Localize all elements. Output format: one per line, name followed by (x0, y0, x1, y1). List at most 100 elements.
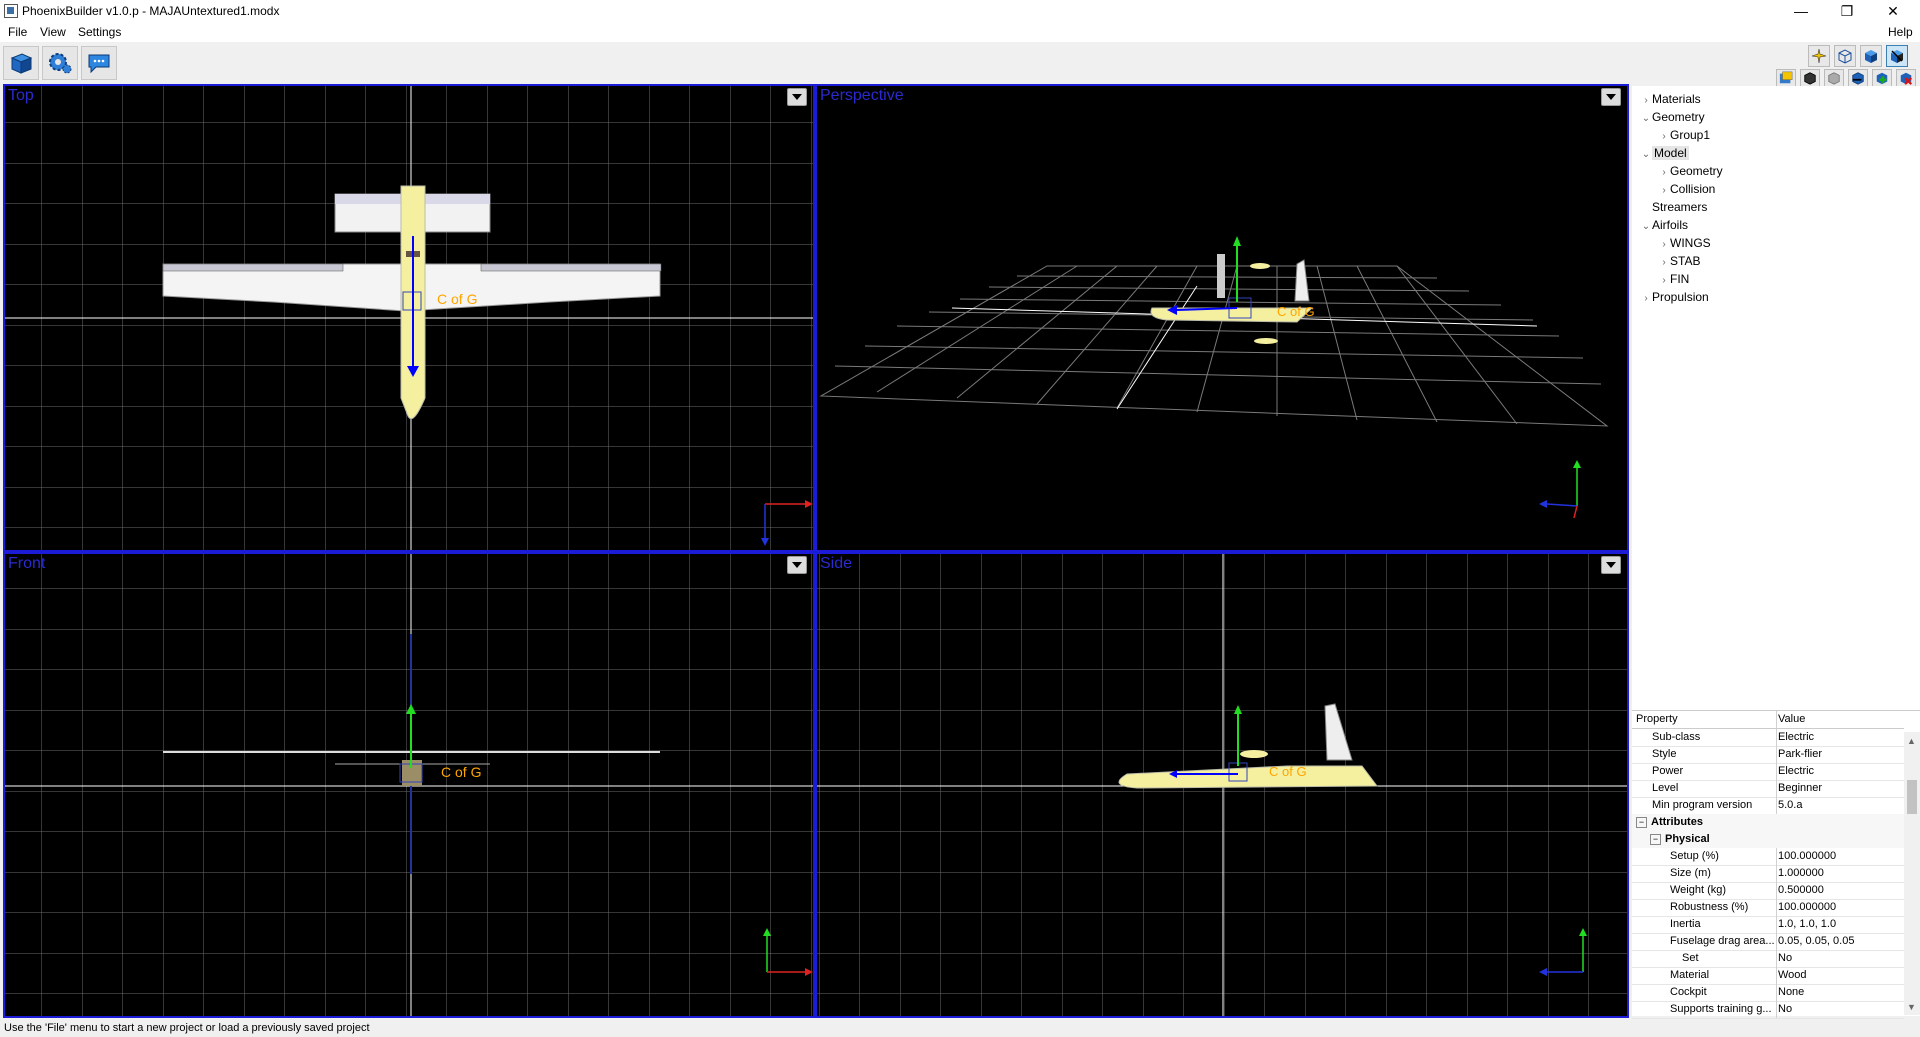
property-row[interactable]: Style Park-flier (1632, 746, 1904, 764)
solid-view-button[interactable] (1860, 45, 1882, 67)
messages-button[interactable] (81, 46, 117, 80)
property-row[interactable]: Setup (%) 100.000000 (1632, 848, 1904, 866)
viewport-side-menu-button[interactable] (1601, 556, 1621, 574)
category-label: Attributes (1651, 816, 1703, 828)
property-row[interactable]: Sub-class Electric (1632, 729, 1904, 747)
property-value[interactable]: 5.0.a (1778, 797, 1902, 814)
viewport-front-menu-button[interactable] (787, 556, 807, 574)
property-value[interactable]: Electric (1778, 729, 1902, 746)
cofg-label-top: C of G (437, 291, 477, 307)
blue-cube-button[interactable] (1848, 69, 1868, 87)
textured-view-button[interactable] (1886, 45, 1908, 67)
tree-item-label: Streamers (1652, 200, 1708, 214)
property-row[interactable]: Supports training g... No (1632, 1001, 1904, 1019)
tree-item-geometry[interactable]: ⌄ Geometry (1640, 108, 1705, 126)
collapse-box-icon[interactable]: − (1650, 833, 1661, 845)
tree-item-group1[interactable]: › Group1 (1658, 126, 1710, 144)
viewport-front[interactable]: C of G Front (3, 552, 815, 1018)
menu-view[interactable]: View (40, 25, 66, 39)
viewport-side[interactable]: C of G Side (815, 552, 1629, 1018)
property-row[interactable]: Material Wood (1632, 967, 1904, 985)
viewport-front-grid: C of G (5, 554, 813, 1016)
menu-file[interactable]: File (8, 25, 27, 39)
property-value[interactable]: 0.05, 0.05, 0.05 (1778, 933, 1902, 950)
viewport-front-label: Front (8, 555, 46, 572)
property-value[interactable]: No (1778, 1001, 1902, 1018)
property-value[interactable]: 1.0, 1.0, 1.0 (1778, 916, 1902, 933)
property-name: Fuselage drag area... (1632, 933, 1777, 950)
viewport-top[interactable]: C of G Top (3, 84, 815, 552)
property-grid-header: Property Value (1632, 711, 1904, 729)
minimize-button[interactable]: — (1778, 0, 1824, 22)
status-bar: Use the 'File' menu to start a new proje… (0, 1019, 1920, 1037)
property-value[interactable]: No (1778, 950, 1902, 967)
property-value[interactable]: 0.500000 (1778, 882, 1902, 899)
tree-item-collision[interactable]: › Collision (1658, 180, 1715, 198)
tree-item-airfoils[interactable]: ⌄ Airfoils (1640, 216, 1688, 234)
property-value[interactable]: 100.000000 (1778, 848, 1902, 865)
scrollbar-thumb[interactable] (1907, 780, 1917, 814)
tree-item-label: Geometry (1652, 110, 1705, 124)
property-row[interactable]: Level Beginner (1632, 780, 1904, 798)
property-row[interactable]: Cockpit None (1632, 984, 1904, 1002)
tree-item-fin[interactable]: › FIN (1658, 270, 1689, 288)
tree-item-streamers[interactable]: Streamers (1640, 198, 1707, 216)
settings-button[interactable] (42, 46, 78, 80)
add-icon (1876, 72, 1888, 85)
property-row[interactable]: Robustness (%) 100.000000 (1632, 899, 1904, 917)
property-value[interactable]: 1.000000 (1778, 865, 1902, 882)
property-value[interactable]: Beginner (1778, 780, 1902, 797)
expand-arrow-icon[interactable]: › (1640, 290, 1652, 308)
tree-item-wings[interactable]: › WINGS (1658, 234, 1710, 252)
property-row[interactable]: Power Electric (1632, 763, 1904, 781)
add-button[interactable] (1872, 69, 1892, 87)
gray-cube-button[interactable] (1824, 69, 1844, 87)
collapse-box-icon[interactable]: − (1636, 816, 1647, 828)
property-row[interactable]: Weight (kg) 0.500000 (1632, 882, 1904, 900)
viewport-perspective[interactable]: C of G Perspective (815, 84, 1629, 552)
property-value[interactable]: 100.000000 (1778, 899, 1902, 916)
close-button[interactable]: ✕ (1870, 0, 1916, 22)
property-column-header[interactable]: Property (1632, 711, 1777, 728)
new-model-button[interactable] (3, 46, 39, 80)
tree-item-label: FIN (1670, 272, 1690, 286)
property-value[interactable]: Electric (1778, 763, 1902, 780)
category-attributes[interactable]: − Attributes (1632, 814, 1904, 831)
viewport-top-grid: C of G (5, 86, 813, 550)
viewport-side-grid: C of G (817, 554, 1627, 1016)
scroll-up-icon[interactable]: ▲ (1907, 736, 1916, 746)
status-text: Use the 'File' menu to start a new proje… (4, 1022, 370, 1034)
dark-cube-button[interactable] (1800, 69, 1820, 87)
property-row[interactable]: Set No (1632, 950, 1904, 968)
property-row[interactable]: Inertia 1.0, 1.0, 1.0 (1632, 916, 1904, 934)
property-value[interactable]: Park-flier (1778, 746, 1902, 763)
tree-item-model[interactable]: ⌄ Model (1640, 144, 1689, 162)
category-physical[interactable]: − Physical (1632, 831, 1904, 848)
collapse-arrow-icon[interactable]: ⌄ (1640, 110, 1652, 128)
materials-icon (1779, 71, 1793, 84)
tree-item-propulsion[interactable]: › Propulsion (1640, 288, 1708, 308)
restore-button[interactable]: ❐ (1824, 0, 1870, 22)
delete-button[interactable] (1896, 69, 1916, 87)
menu-help[interactable]: Help (1888, 25, 1913, 39)
wireframe-view-button[interactable] (1834, 45, 1856, 67)
viewport-top-menu-button[interactable] (787, 88, 807, 106)
viewport-perspective-menu-button[interactable] (1601, 88, 1621, 106)
viewport-side-label: Side (820, 555, 853, 572)
property-row[interactable]: Min program version 5.0.a (1632, 797, 1904, 815)
tree-item-model-geometry[interactable]: › Geometry (1658, 162, 1722, 180)
property-grid-scrollbar[interactable]: ▲ ▼ (1904, 732, 1920, 1015)
scroll-down-icon[interactable]: ▼ (1907, 1002, 1916, 1012)
materials-button[interactable] (1776, 69, 1796, 87)
value-column-header[interactable]: Value (1778, 711, 1902, 728)
tree-item-materials[interactable]: › Materials (1640, 90, 1700, 108)
tree-item-stab[interactable]: › STAB (1658, 252, 1700, 270)
menu-settings[interactable]: Settings (78, 25, 121, 39)
aircraft-view-button[interactable] (1808, 45, 1830, 67)
property-row[interactable]: Size (m) 1.000000 (1632, 865, 1904, 883)
property-value[interactable]: None (1778, 984, 1902, 1001)
property-value[interactable]: Wood (1778, 967, 1902, 984)
property-row[interactable]: Fuselage drag area... 0.05, 0.05, 0.05 (1632, 933, 1904, 951)
collapse-arrow-icon[interactable]: ⌄ (1640, 218, 1652, 236)
collapse-arrow-icon[interactable]: ⌄ (1640, 146, 1652, 164)
